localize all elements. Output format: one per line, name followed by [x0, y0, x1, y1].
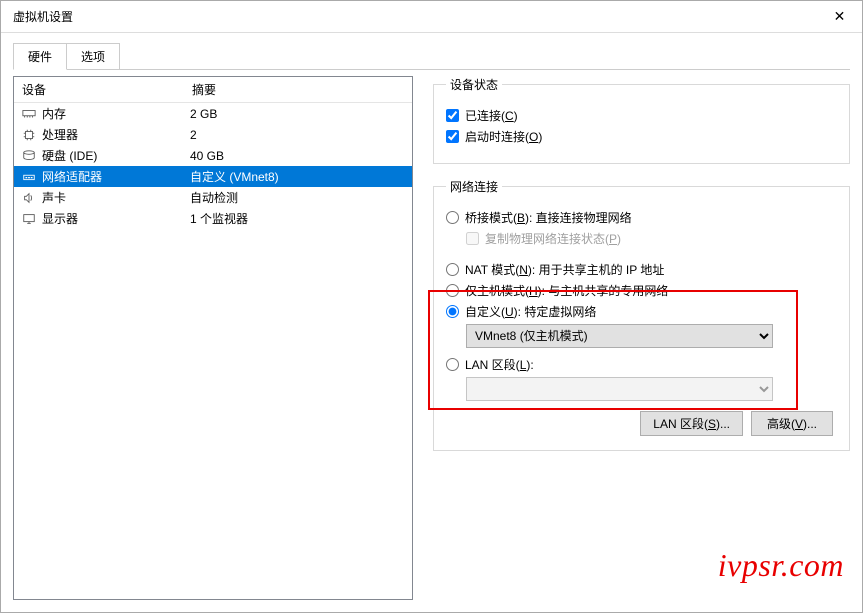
- checkbox-connected-input[interactable]: [446, 109, 459, 122]
- advanced-button[interactable]: 高级(V)...: [751, 411, 833, 436]
- memory-icon: [20, 107, 38, 121]
- checkbox-connected[interactable]: 已连接(C): [446, 107, 837, 124]
- right-panel: 设备状态 已连接(C) 启动时连接(O) 网络连接 桥接模式(B): 直接连接物…: [433, 76, 850, 600]
- network-icon: [20, 170, 38, 184]
- device-summary: 40 GB: [190, 149, 406, 163]
- radio-bridged-input[interactable]: [446, 211, 459, 224]
- device-summary: 2 GB: [190, 107, 406, 121]
- device-list: 内存 2 GB 处理器 2 硬盘 (IDE) 40 GB: [14, 103, 412, 229]
- device-row-cpu[interactable]: 处理器 2: [14, 124, 412, 145]
- watermark: ivpsr.com: [718, 547, 844, 584]
- disk-icon: [20, 149, 38, 163]
- device-row-network[interactable]: 网络适配器 自定义 (VMnet8): [14, 166, 412, 187]
- network-legend: 网络连接: [446, 178, 502, 195]
- radio-hostonly[interactable]: 仅主机模式(H): 与主机共享的专用网络: [446, 282, 837, 299]
- device-name: 内存: [42, 105, 190, 122]
- network-connection-group: 网络连接 桥接模式(B): 直接连接物理网络 复制物理网络连接状态(P) NAT…: [433, 178, 850, 451]
- titlebar: 虚拟机设置 ✕: [1, 1, 862, 33]
- device-status-legend: 设备状态: [446, 76, 502, 93]
- close-button[interactable]: ✕: [817, 1, 862, 33]
- device-name: 硬盘 (IDE): [42, 147, 190, 164]
- radio-custom-label: 自定义(U): 特定虚拟网络: [465, 303, 596, 320]
- network-button-row: LAN 区段(S)... 高级(V)...: [446, 411, 837, 436]
- settings-window: 虚拟机设置 ✕ 硬件 选项 设备 摘要 内存 2 GB: [0, 0, 863, 613]
- display-icon: [20, 212, 38, 226]
- tab-options[interactable]: 选项: [66, 43, 120, 69]
- radio-custom[interactable]: 自定义(U): 特定虚拟网络: [446, 303, 837, 320]
- device-name: 显示器: [42, 210, 190, 227]
- header-device: 设备: [22, 81, 192, 98]
- checkbox-replicate-label: 复制物理网络连接状态(P): [485, 230, 621, 247]
- close-icon: ✕: [834, 8, 846, 25]
- device-list-header: 设备 摘要: [14, 77, 412, 103]
- cpu-icon: [20, 128, 38, 142]
- radio-bridged-label: 桥接模式(B): 直接连接物理网络: [465, 209, 632, 226]
- radio-nat-label: NAT 模式(N): 用于共享主机的 IP 地址: [465, 261, 664, 278]
- tab-hardware[interactable]: 硬件: [13, 43, 67, 70]
- device-summary: 自动检测: [190, 189, 406, 206]
- device-row-memory[interactable]: 内存 2 GB: [14, 103, 412, 124]
- radio-lan-segment-input[interactable]: [446, 358, 459, 371]
- device-summary: 2: [190, 128, 406, 142]
- device-name: 处理器: [42, 126, 190, 143]
- checkbox-connected-label: 已连接(C): [465, 107, 518, 124]
- radio-nat-input[interactable]: [446, 263, 459, 276]
- radio-nat[interactable]: NAT 模式(N): 用于共享主机的 IP 地址: [446, 261, 837, 278]
- radio-lan-segment-label: LAN 区段(L):: [465, 356, 534, 373]
- lan-segment-select: [466, 377, 773, 401]
- device-list-panel: 设备 摘要 内存 2 GB 处理器 2: [13, 76, 413, 600]
- device-row-display[interactable]: 显示器 1 个监视器: [14, 208, 412, 229]
- device-row-disk[interactable]: 硬盘 (IDE) 40 GB: [14, 145, 412, 166]
- radio-bridged[interactable]: 桥接模式(B): 直接连接物理网络: [446, 209, 837, 226]
- checkbox-replicate-input: [466, 232, 479, 245]
- window-title: 虚拟机设置: [13, 8, 73, 25]
- device-name: 网络适配器: [42, 168, 190, 185]
- checkbox-connect-poweron-input[interactable]: [446, 130, 459, 143]
- content-area: 设备 摘要 内存 2 GB 处理器 2: [1, 70, 862, 612]
- checkbox-connect-poweron-label: 启动时连接(O): [465, 128, 542, 145]
- sound-icon: [20, 191, 38, 205]
- device-row-sound[interactable]: 声卡 自动检测: [14, 187, 412, 208]
- checkbox-connect-poweron[interactable]: 启动时连接(O): [446, 128, 837, 145]
- device-status-group: 设备状态 已连接(C) 启动时连接(O): [433, 76, 850, 164]
- radio-lan-segment[interactable]: LAN 区段(L):: [446, 356, 837, 373]
- device-summary: 自定义 (VMnet8): [190, 168, 406, 185]
- checkbox-replicate: 复制物理网络连接状态(P): [466, 230, 837, 247]
- custom-network-dropdown[interactable]: VMnet8 (仅主机模式): [466, 324, 837, 348]
- radio-custom-input[interactable]: [446, 305, 459, 318]
- radio-hostonly-input[interactable]: [446, 284, 459, 297]
- device-name: 声卡: [42, 189, 190, 206]
- lan-segments-button[interactable]: LAN 区段(S)...: [640, 411, 743, 436]
- header-summary: 摘要: [192, 81, 216, 98]
- radio-hostonly-label: 仅主机模式(H): 与主机共享的专用网络: [465, 282, 668, 299]
- device-summary: 1 个监视器: [190, 210, 406, 227]
- custom-network-select[interactable]: VMnet8 (仅主机模式): [466, 324, 773, 348]
- tab-strip: 硬件 选项: [1, 33, 862, 70]
- lan-segment-dropdown: [466, 377, 837, 401]
